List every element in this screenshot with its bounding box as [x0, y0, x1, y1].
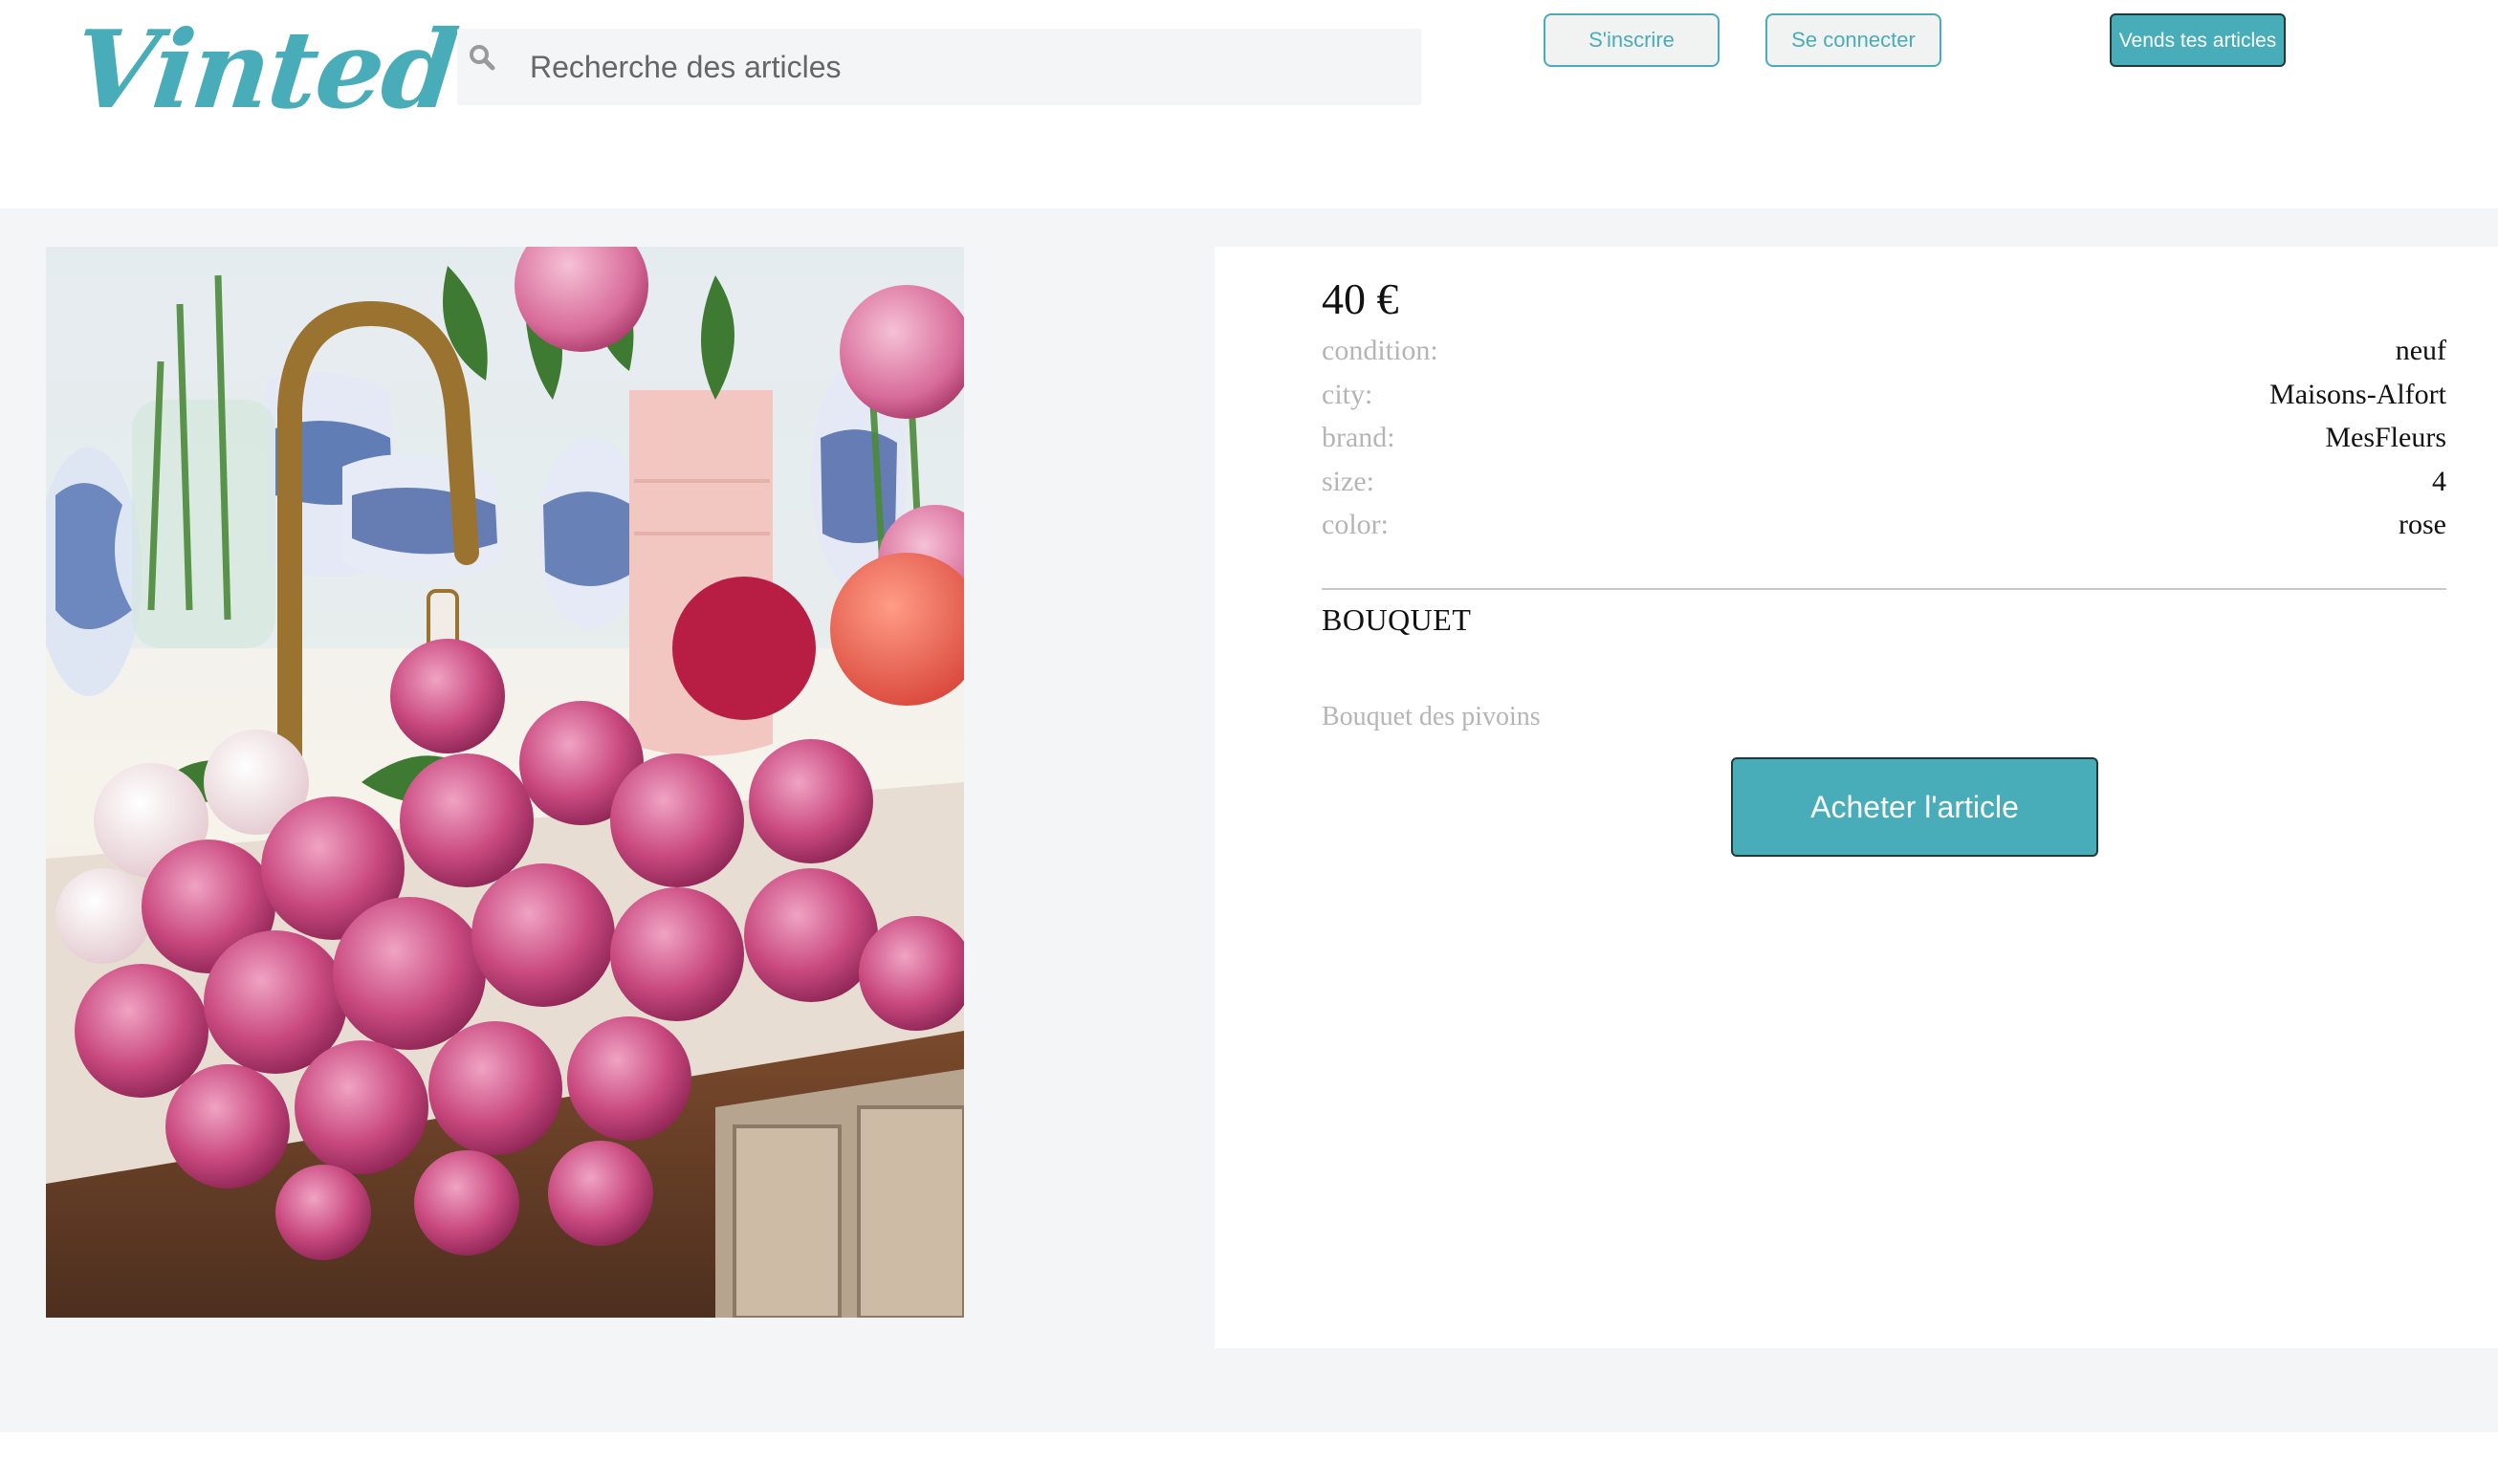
- divider: [1322, 588, 2446, 590]
- item-description: Bouquet des pivoins: [1322, 702, 1541, 731]
- item-details-card: 40 € condition: neuf city: Maisons-Alfor…: [1215, 247, 2498, 1348]
- login-button[interactable]: Se connecter: [1765, 13, 1941, 67]
- buy-item-button[interactable]: Acheter l'article: [1731, 757, 2098, 857]
- signup-button[interactable]: S'inscrire: [1544, 13, 1720, 67]
- top-header: Vinted S'inscrire Se connecter Vends tes…: [0, 0, 2498, 208]
- item-page: 40 € condition: neuf city: Maisons-Alfor…: [0, 208, 2498, 1432]
- item-title: BOUQUET: [1322, 602, 1472, 637]
- sell-items-button[interactable]: Vends tes articles: [2110, 13, 2286, 67]
- attribute-value: neuf: [2395, 335, 2446, 366]
- attribute-label: brand:: [1322, 422, 1395, 453]
- attribute-row-size: size: 4: [1322, 462, 2446, 506]
- vinted-logo[interactable]: Vinted: [68, 8, 462, 133]
- attribute-label: city:: [1322, 378, 1373, 410]
- item-attributes: condition: neuf city: Maisons-Alfort bra…: [1322, 331, 2446, 549]
- attribute-row-color: color: rose: [1322, 505, 2446, 549]
- item-price: 40 €: [1322, 274, 1399, 323]
- attribute-value: rose: [2399, 509, 2446, 540]
- attribute-label: condition:: [1322, 335, 1438, 366]
- search-icon: [470, 45, 495, 71]
- item-photo[interactable]: [46, 247, 964, 1318]
- attribute-row-condition: condition: neuf: [1322, 331, 2446, 375]
- attribute-value: MesFleurs: [2325, 422, 2446, 453]
- attribute-value: 4: [2432, 465, 2446, 497]
- search-input[interactable]: [530, 29, 1410, 105]
- attribute-row-city: city: Maisons-Alfort: [1322, 375, 2446, 419]
- attribute-label: size:: [1322, 465, 1374, 497]
- attribute-label: color:: [1322, 509, 1389, 540]
- attribute-value: Maisons-Alfort: [2269, 378, 2446, 410]
- peony-bouquet-image: [46, 247, 964, 1318]
- attribute-row-brand: brand: MesFleurs: [1322, 418, 2446, 462]
- search-bar[interactable]: [457, 29, 1421, 105]
